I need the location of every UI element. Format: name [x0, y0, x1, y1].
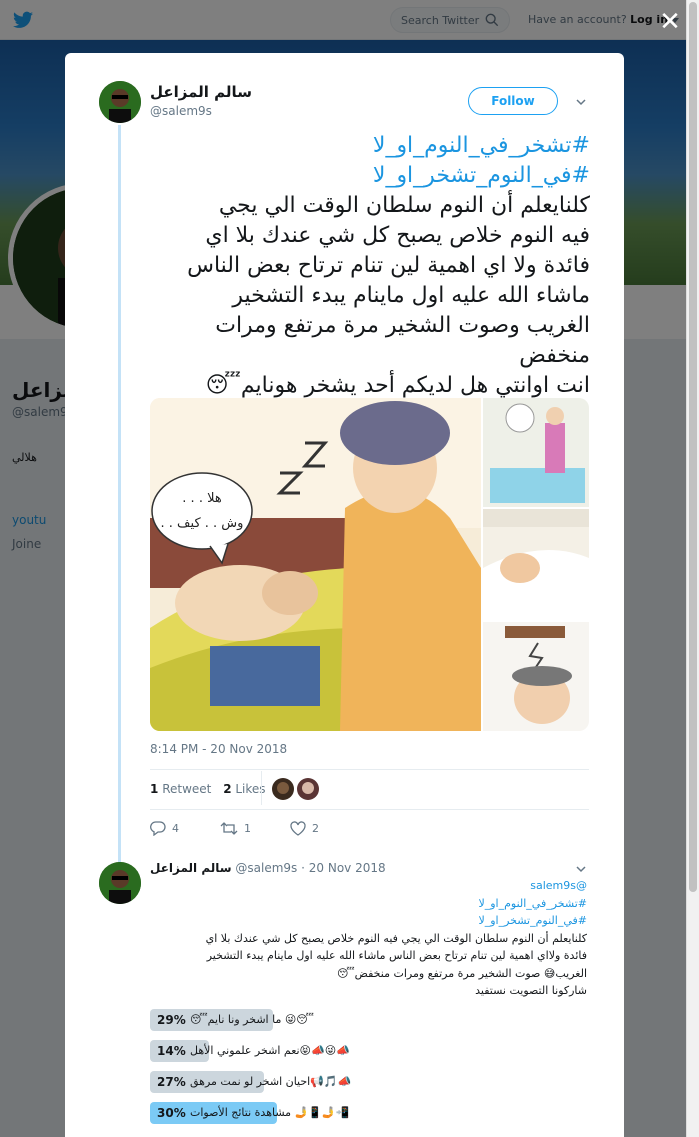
author-name[interactable]: سالم المزاعل	[150, 83, 252, 101]
close-icon[interactable]: ✕	[656, 8, 684, 36]
poll-label: 📣🎵📢احيان اشخر لو نمت مرهق	[190, 1075, 352, 1088]
poll-label: 📲🤳📱🤳 مشاهدة نتائج الأصوات	[190, 1106, 350, 1119]
tweet-text-line: منخفض	[519, 343, 590, 368]
author-handle[interactable]: @salem9s	[150, 104, 212, 118]
poll-option: 14% 📣😜📣😝نعم اشخر علموني الأهل	[150, 1040, 587, 1062]
retweet-count: 1	[150, 782, 159, 796]
reply-icon[interactable]	[150, 821, 166, 837]
poll-percent: 14%	[157, 1044, 186, 1058]
retweet-stat-label: Retweet	[162, 782, 212, 796]
chevron-down-icon[interactable]	[576, 97, 586, 107]
poll-option: 27% 📣🎵📢احيان اشخر لو نمت مرهق	[150, 1071, 587, 1093]
tweet-text-line: انت اوانتي هل لديكم أحد يشخر هونايم😴	[205, 373, 590, 398]
like-action[interactable]: 2	[290, 821, 319, 836]
hashtag-link[interactable]: #تشخر_في_النوم_او_لا	[150, 131, 590, 161]
tweet-permalink-modal: سالم المزاعل @salem9s Follow #تشخر_في_ال…	[65, 53, 624, 1137]
poll-percent: 29%	[157, 1013, 186, 1027]
divider	[150, 769, 589, 770]
poll-label: 📣😜📣😝نعم اشخر علموني الأهل	[190, 1044, 350, 1057]
cartoon-snoring-image[interactable]: هلا . . . وش . . كيف . .	[150, 398, 481, 731]
reply-header: سالم المزاعل @salem9s · 20 Nov 2018	[150, 861, 386, 875]
thumbnail-image[interactable]	[483, 509, 589, 620]
bubble-text-line: هلا . . .	[182, 491, 222, 506]
likes-stat[interactable]: 2 Likes	[223, 782, 265, 796]
divider	[150, 809, 589, 810]
poll-label: 😴😜 ما اشخر ونا نايم😴	[190, 1013, 314, 1026]
reply-action[interactable]: 4	[150, 821, 179, 837]
retweet-icon[interactable]	[220, 821, 238, 836]
like-action-count: 2	[312, 822, 319, 835]
hashtag-link[interactable]: #في_النوم_تشخر_او_لا	[150, 161, 590, 191]
scrollbar[interactable]	[686, 0, 699, 1137]
retweet-action[interactable]: 1	[220, 821, 251, 836]
poll-percent: 27%	[157, 1075, 186, 1089]
tweet-text-line: فائدة ولا اي اهمية لين تنام ترتاح بعض ال…	[187, 253, 590, 278]
retweet-stat[interactable]: 1 Retweet	[150, 782, 211, 796]
reply-text-line: كلنايعلم أن النوم سلطان الوقت الي يجي في…	[205, 931, 587, 945]
tweet-text-line: الغريب وصوت الشخير مرة مرتفع ومرات	[215, 313, 590, 338]
tweet-text: #تشخر_في_النوم_او_لا #في_النوم_تشخر_او_ل…	[150, 131, 590, 401]
reply-text-line: الغريب😅 صوت الشخير مرة مرتفع ومرات منخفض…	[336, 966, 587, 980]
retweet-action-count: 1	[244, 822, 251, 835]
reply-author-name[interactable]: سالم المزاعل	[150, 861, 232, 875]
tweet-stats: 1 Retweet 2 Likes	[150, 782, 274, 796]
reply-text-line: شاركونا التصويت نستفيد	[475, 984, 587, 997]
heart-icon[interactable]	[290, 821, 306, 836]
stats-divider	[261, 771, 262, 805]
reply-author-avatar[interactable]	[99, 862, 141, 904]
author-avatar[interactable]	[99, 81, 141, 123]
scrollbar-thumb[interactable]	[689, 2, 697, 892]
tweet-text-line: فيه النوم خلاص يصبح كل شي عندك بلا اي	[205, 223, 590, 248]
reply-date[interactable]: · 20 Nov 2018	[301, 861, 386, 875]
reply-text: @salem9s #تشخر_في_النوم_او_لا #في_النوم_…	[150, 877, 587, 1000]
reply-count: 4	[172, 822, 179, 835]
bubble-text-line: وش . . كيف . .	[161, 516, 244, 531]
thumbnail-image[interactable]	[483, 398, 589, 507]
tweet-media[interactable]: هلا . . . وش . . كيف . .	[150, 398, 589, 731]
poll-percent: 30%	[157, 1106, 186, 1120]
chevron-down-icon[interactable]	[576, 864, 586, 874]
thumbnail-image[interactable]	[483, 622, 589, 731]
follow-button[interactable]: Follow	[468, 87, 558, 115]
tweet-text-line: ماشاء الله عليه اول ماينام يبدء التشخير	[232, 283, 590, 308]
mention-link[interactable]: @salem9s	[150, 877, 587, 895]
hashtag-link[interactable]: #تشخر_في_النوم_او_لا	[150, 895, 587, 913]
liker-avatar[interactable]	[272, 778, 294, 800]
likes-count: 2	[223, 782, 232, 796]
tweet-timestamp[interactable]: 8:14 PM - 20 Nov 2018	[150, 742, 287, 756]
reply-text-line: فائدة ولااي اهمية لين تنام ترتاح بعض الن…	[206, 949, 587, 962]
hashtag-link[interactable]: #في_النوم_تشخر_او_لا	[150, 912, 587, 930]
tweet-text-line: كلنايعلم أن النوم سلطان الوقت الي يجي	[218, 193, 590, 218]
poll-option: 29% 😴😜 ما اشخر ونا نايم😴	[150, 1009, 587, 1031]
liker-avatar[interactable]	[297, 778, 319, 800]
poll-option: 30% 📲🤳📱🤳 مشاهدة نتائج الأصوات	[150, 1102, 587, 1124]
reply-author-handle[interactable]: @salem9s	[235, 861, 297, 875]
thread-connector-line	[118, 125, 121, 895]
